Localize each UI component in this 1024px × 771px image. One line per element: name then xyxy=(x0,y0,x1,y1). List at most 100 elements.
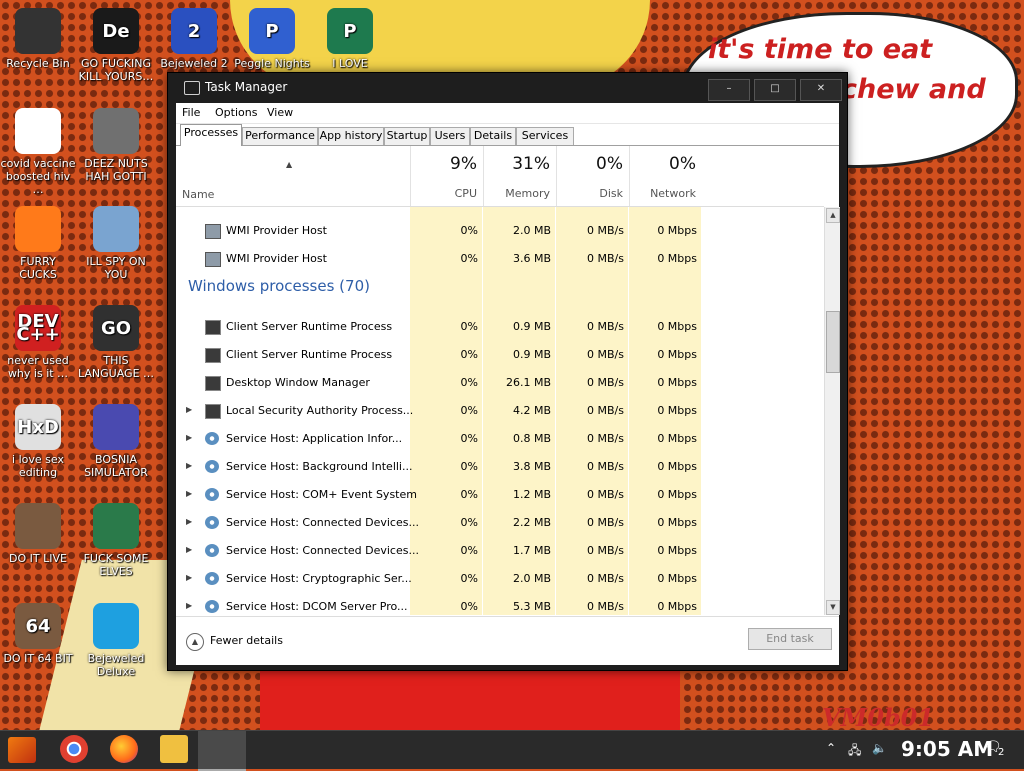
tab-startup[interactable]: Startup xyxy=(384,127,430,145)
network-icon[interactable]: 🖧 xyxy=(848,741,861,762)
desktop-app-icon xyxy=(93,404,139,450)
menu-options[interactable]: Options xyxy=(215,106,257,119)
process-icon xyxy=(205,460,219,473)
column-disk[interactable]: 0% Disk xyxy=(556,146,629,206)
file-explorer-taskbar-icon[interactable] xyxy=(160,735,188,763)
maximize-button[interactable]: □ xyxy=(754,79,796,101)
expand-arrow-icon[interactable]: ▶ xyxy=(186,573,192,582)
tab-app-history[interactable]: App history xyxy=(318,127,384,145)
desktop-icon[interactable]: FUCK SOME ELVES xyxy=(78,503,154,578)
table-row[interactable]: ▶ Service Host: DCOM Server Pro... 0% 5.3 M… xyxy=(176,593,824,615)
table-row[interactable]: Client Server Runtime Process 0% 0.9 MB 0 M… xyxy=(176,313,824,341)
network-value: 0 Mbps xyxy=(657,488,697,501)
desktop-icon[interactable]: De GO FUCKING KILL YOURS… xyxy=(78,8,154,83)
network-value: 0 Mbps xyxy=(657,404,697,417)
desktop-icon[interactable]: P Peggle Nights xyxy=(234,8,310,70)
tab-users[interactable]: Users xyxy=(430,127,470,145)
desktop-icon[interactable]: covid vaccine boosted hiv … xyxy=(0,108,76,196)
minimize-button[interactable]: – xyxy=(708,79,750,101)
tab-services[interactable]: Services xyxy=(516,127,574,145)
process-icon xyxy=(205,348,221,363)
chrome-taskbar-icon[interactable] xyxy=(60,735,88,763)
task-manager-taskbar-button[interactable] xyxy=(198,731,246,771)
table-row[interactable]: ▶ Service Host: Background Intelli... 0% 3.… xyxy=(176,453,824,481)
desktop-icon[interactable]: BOSNIA SIMULATOR xyxy=(78,404,154,479)
end-task-button[interactable]: End task xyxy=(748,628,832,650)
desktop-icon[interactable]: DO IT LIVE xyxy=(0,503,76,565)
memory-value: 26.1 MB xyxy=(505,376,551,389)
disk-value: 0 MB/s xyxy=(587,252,624,265)
close-button[interactable]: ✕ xyxy=(800,79,842,101)
firefox-taskbar-icon[interactable] xyxy=(110,735,138,763)
fewer-details-label: Fewer details xyxy=(210,634,283,647)
cpu-value: 0% xyxy=(460,572,478,585)
desktop-app-icon: DEV C++ xyxy=(15,305,61,351)
tab-performance[interactable]: Performance xyxy=(242,127,318,145)
task-manager-window[interactable]: Task Manager – □ ✕ File Options View Pro… xyxy=(167,72,848,671)
column-headers: ▲ Name 9% CPU 31% Memory 0% Disk 0% Netw… xyxy=(176,146,824,207)
desktop-icon[interactable]: GO THIS LANGUAGE … xyxy=(78,305,154,380)
menu-file[interactable]: File xyxy=(182,106,200,119)
cpu-value: 0% xyxy=(460,600,478,613)
desktop-icon[interactable]: DEV C++ never used why is it … xyxy=(0,305,76,380)
desktop-icon[interactable]: Recycle Bin xyxy=(0,8,76,70)
table-row[interactable]: WMI Provider Host 0% 3.6 MB 0 MB/s 0 Mbps xyxy=(176,245,824,273)
desktop-icon[interactable]: 2 Bejeweled 2 xyxy=(156,8,232,70)
scroll-down-icon[interactable]: ▼ xyxy=(826,600,840,615)
disk-value: 0 MB/s xyxy=(587,432,624,445)
table-row[interactable]: Client Server Runtime Process 0% 0.9 MB 0 M… xyxy=(176,341,824,369)
menu-view[interactable]: View xyxy=(267,106,293,119)
desktop-icon-label: GO FUCKING KILL YOURS… xyxy=(78,57,154,83)
desktop-app-icon xyxy=(93,206,139,252)
scrollbar-thumb[interactable] xyxy=(826,311,840,373)
desktop-icon[interactable]: Bejeweled Deluxe xyxy=(78,603,154,678)
table-row[interactable]: WMI Provider Host 0% 2.0 MB 0 MB/s 0 Mbps xyxy=(176,217,824,245)
table-row[interactable]: ▶ Local Security Authority Process... 0% 4.… xyxy=(176,397,824,425)
table-row[interactable]: ▶ Service Host: Connected Devices... 0% 1.7… xyxy=(176,537,824,565)
table-row[interactable]: Desktop Window Manager 0% 26.1 MB 0 MB/s 0 M… xyxy=(176,369,824,397)
cpu-value: 0% xyxy=(460,348,478,361)
column-cpu[interactable]: 9% CPU xyxy=(410,146,483,206)
tab-details[interactable]: Details xyxy=(470,127,516,145)
expand-arrow-icon[interactable]: ▶ xyxy=(186,545,192,554)
expand-arrow-icon[interactable]: ▶ xyxy=(186,405,192,414)
start-button[interactable] xyxy=(8,737,36,763)
expand-arrow-icon[interactable]: ▶ xyxy=(186,517,192,526)
desktop-icon[interactable]: P I LOVE xyxy=(312,8,388,70)
process-name: Service Host: Cryptographic Ser... xyxy=(226,572,412,585)
process-icon xyxy=(205,252,221,267)
column-name[interactable]: Name xyxy=(182,188,214,201)
table-row[interactable]: ▶ Service Host: Application Infor... 0% 0.8… xyxy=(176,425,824,453)
volume-icon[interactable]: 🔈 xyxy=(872,741,887,755)
chevron-up-icon[interactable]: ⌃ xyxy=(826,741,836,755)
title-bar[interactable]: Task Manager – □ ✕ xyxy=(168,73,847,103)
desktop-icon[interactable]: HxD i love sex editing xyxy=(0,404,76,479)
column-network[interactable]: 0% Network xyxy=(629,146,702,206)
taskbar: ⌃ 🖧 🔈 9:05 AM 🗨 2 xyxy=(0,730,1024,771)
network-value: 0 Mbps xyxy=(657,252,697,265)
table-row[interactable]: ▶ Service Host: COM+ Event System 0% 1.2 MB… xyxy=(176,481,824,509)
table-row[interactable]: ▶ Service Host: Cryptographic Ser... 0% 2.0… xyxy=(176,565,824,593)
desktop-icon[interactable]: ILL SPY ON YOU xyxy=(78,206,154,281)
expand-arrow-icon[interactable]: ▶ xyxy=(186,489,192,498)
clock[interactable]: 9:05 AM xyxy=(901,737,993,761)
expand-arrow-icon[interactable]: ▶ xyxy=(186,601,192,610)
process-name: Service Host: COM+ Event System xyxy=(226,488,417,501)
scroll-up-icon[interactable]: ▲ xyxy=(826,208,840,223)
group-header-windows-processes[interactable]: Windows processes (70) xyxy=(188,277,370,295)
process-name: Service Host: Application Infor... xyxy=(226,432,403,445)
process-name: Service Host: DCOM Server Pro... xyxy=(226,600,408,613)
desktop-icon[interactable]: FURRY CUCKS xyxy=(0,206,76,281)
tab-processes[interactable]: Processes xyxy=(180,124,242,146)
table-row[interactable]: ▶ Service Host: Connected Devices... 0% 2.2… xyxy=(176,509,824,537)
desktop-icon[interactable]: 64 DO IT 64 BIT xyxy=(0,603,76,665)
column-memory[interactable]: 31% Memory xyxy=(483,146,556,206)
vertical-scrollbar[interactable]: ▲ ▼ xyxy=(824,207,840,615)
disk-value: 0 MB/s xyxy=(587,572,624,585)
memory-value: 2.0 MB xyxy=(512,224,551,237)
desktop-icon[interactable]: DEEZ NUTS HAH GOTTI xyxy=(78,108,154,183)
expand-arrow-icon[interactable]: ▶ xyxy=(186,433,192,442)
network-value: 0 Mbps xyxy=(657,516,697,529)
process-name: Desktop Window Manager xyxy=(226,376,370,389)
expand-arrow-icon[interactable]: ▶ xyxy=(186,461,192,470)
